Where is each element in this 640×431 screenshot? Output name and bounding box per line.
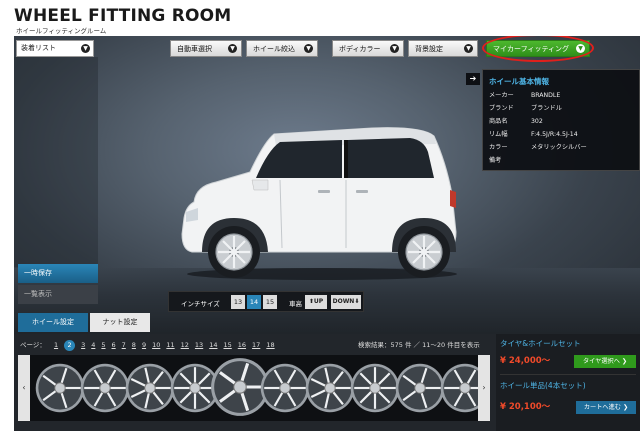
- price-panel: タイヤ&ホイールセット ¥ 24,000〜 タイヤ選択へ ❯ ホイール単品(4本…: [496, 334, 640, 431]
- list-view-button[interactable]: 一覧表示: [18, 285, 98, 304]
- car-select-dropdown[interactable]: 自動車選択 ▼: [170, 40, 242, 57]
- page-link-2[interactable]: 2: [64, 340, 76, 351]
- page-link-4[interactable]: 4: [91, 341, 95, 349]
- page-link-17[interactable]: 17: [252, 341, 260, 349]
- car-preview: [181, 127, 457, 280]
- page-link-16[interactable]: 16: [238, 341, 246, 349]
- chevron-down-icon: ▼: [228, 44, 237, 53]
- height-down-button[interactable]: DOWN⬇: [331, 295, 361, 309]
- app-title: WHEEL FITTING ROOM: [14, 6, 232, 26]
- chevron-down-icon: ▼: [390, 44, 399, 53]
- go-to-cart-button[interactable]: カートへ進む ❯: [576, 401, 636, 414]
- tire-wheel-set-price: ¥ 24,000〜: [500, 356, 551, 366]
- list-dropdown[interactable]: 装着リスト ▼: [16, 40, 94, 57]
- page-link-11[interactable]: 11: [166, 341, 174, 349]
- page-link-14[interactable]: 14: [209, 341, 217, 349]
- carousel-next-button[interactable]: ›: [478, 355, 490, 421]
- info-row: メーカー BRANDLE: [489, 92, 561, 99]
- wheel-filter-label: ホイール絞込: [253, 44, 295, 53]
- wheel-info-panel: ホイール基本情報 メーカー BRANDLE ブランド ブランドル 商品名 302 リム…: [482, 69, 640, 171]
- background-dropdown[interactable]: 背景設定 ▼: [408, 40, 478, 57]
- inch-14-button[interactable]: 14: [247, 295, 261, 309]
- pagination-label: ページ：: [20, 341, 46, 349]
- tab-wheel-settings[interactable]: ホイール設定: [18, 313, 88, 332]
- fitting-room-app: 装着リスト ▼ 自動車選択 ▼ ホイール絞込 ▼ ボディカラー ▼ 背景設定 ▼…: [14, 36, 640, 431]
- page-link-12[interactable]: 12: [181, 341, 189, 349]
- wheel-single-title: ホイール単品(4本セット): [500, 381, 586, 390]
- temp-save-button[interactable]: 一時保存: [18, 264, 98, 283]
- car-select-label: 自動車選択: [177, 44, 212, 53]
- carousel-prev-button[interactable]: ‹: [18, 355, 30, 421]
- body-color-dropdown[interactable]: ボディカラー ▼: [332, 40, 404, 57]
- page-link-3[interactable]: 3: [81, 341, 85, 349]
- wheel-filter-dropdown[interactable]: ホイール絞込 ▼: [246, 40, 318, 57]
- page-link-13[interactable]: 13: [195, 341, 203, 349]
- info-row: ブランド ブランドル: [489, 105, 562, 112]
- info-row: 商品名 302: [489, 118, 543, 125]
- chevron-down-icon: ▼: [81, 44, 90, 53]
- inch-15-button[interactable]: 15: [263, 295, 277, 309]
- tire-select-button[interactable]: タイヤ選択へ ❯: [574, 355, 636, 368]
- background-label: 背景設定: [415, 44, 443, 53]
- inch-size-bar: インチサイズ 13 14 15 車高 ⬆UP DOWN⬇: [168, 291, 364, 312]
- info-row: カラー メタリックシルバー: [489, 144, 587, 151]
- app-subtitle: ホイールフィッティングルーム: [16, 27, 107, 35]
- page-link-9[interactable]: 9: [142, 341, 146, 349]
- page-link-6[interactable]: 6: [112, 341, 116, 349]
- wheel-browser: ページ： 1 2 3 4 5 6 7 8 9 10 11 12 13 14 15 16 17 18 検索結果：57…: [14, 334, 640, 431]
- search-results-count: 検索結果：575 件 ／ 11〜20 件目を表示: [358, 341, 480, 349]
- page-link-15[interactable]: 15: [223, 341, 231, 349]
- page-link-10[interactable]: 10: [152, 341, 160, 349]
- chevron-down-icon: ▼: [464, 44, 473, 53]
- chevron-down-icon: ▼: [304, 44, 313, 53]
- wheel-carousel: ‹ ›: [18, 355, 490, 421]
- body-color-label: ボディカラー: [339, 44, 381, 53]
- inch-size-label: インチサイズ: [181, 300, 220, 308]
- collapse-info-button[interactable]: ➔: [466, 73, 480, 85]
- info-title: ホイール基本情報: [489, 77, 549, 86]
- page-link-5[interactable]: 5: [101, 341, 105, 349]
- inch-13-button[interactable]: 13: [231, 295, 245, 309]
- list-dropdown-label: 装着リスト: [21, 44, 56, 52]
- wheel-single-price: ¥ 20,100〜: [500, 402, 551, 412]
- tab-nut-settings[interactable]: ナット設定: [90, 313, 150, 332]
- info-row: リム幅 F:4.5J/R:4.5J-14: [489, 131, 578, 138]
- page-link-7[interactable]: 7: [122, 341, 126, 349]
- divider: [500, 374, 636, 375]
- tire-wheel-set-title: タイヤ&ホイールセット: [500, 339, 581, 348]
- ride-height-label: 車高: [289, 300, 302, 308]
- page: WHEEL FITTING ROOM ホイールフィッティングルーム 装着リスト …: [0, 0, 640, 431]
- page-link-8[interactable]: 8: [132, 341, 136, 349]
- sidebar-column: [14, 57, 98, 267]
- height-up-button[interactable]: ⬆UP: [305, 295, 327, 309]
- pagination: ページ： 1 2 3 4 5 6 7 8 9 10 11 12 13 14 15 16 17 18: [20, 339, 275, 351]
- page-link-1[interactable]: 1: [54, 341, 58, 349]
- page-link-18[interactable]: 18: [266, 341, 274, 349]
- info-row: 備考: [489, 157, 502, 164]
- page-list: 1 2 3 4 5 6 7 8 9 10 11 12 13 14 15 16 17 18: [48, 340, 275, 351]
